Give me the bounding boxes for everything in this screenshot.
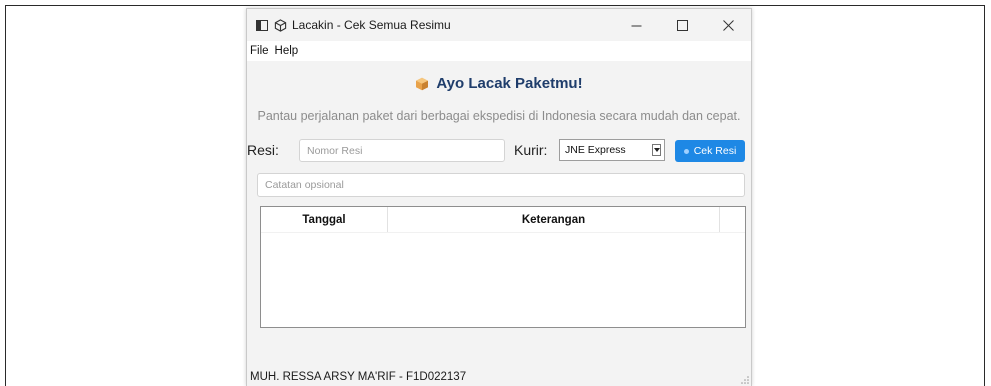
dropdown-arrow-icon (652, 144, 661, 156)
menu-help[interactable]: Help (272, 45, 302, 57)
kurir-select[interactable]: JNE Express (559, 139, 665, 161)
app-cube-icon (273, 18, 287, 32)
cek-resi-label: Cek Resi (693, 145, 737, 157)
resi-input[interactable]: Nomor Resi (299, 139, 505, 162)
package-icon (416, 77, 429, 90)
table-header: Tanggal Keterangan (261, 207, 745, 233)
minimize-button[interactable] (613, 9, 659, 41)
window-icon (256, 19, 268, 31)
status-bar: MUH. RESSA ARSY MA'RIF - F1D022137 (247, 366, 751, 386)
cek-resi-button[interactable]: Cek Resi (675, 140, 745, 162)
column-header-spacer (720, 207, 745, 232)
page-subtitle: Pantau perjalanan paket dari berbagai ek… (257, 109, 741, 123)
title-bar[interactable]: Lacakin - Cek Semua Resimu (247, 9, 751, 41)
close-icon (722, 19, 734, 31)
minimize-icon (631, 25, 641, 26)
maximize-button[interactable] (659, 9, 705, 41)
column-header-tanggal[interactable]: Tanggal (261, 207, 388, 232)
page-title: Ayo Lacak Paketmu! (436, 75, 583, 92)
app-window: Lacakin - Cek Semua Resimu File Help Ayo… (246, 8, 752, 386)
kurir-selected-value: JNE Express (565, 144, 626, 156)
close-button[interactable] (705, 9, 751, 41)
resi-label: Resi: (247, 142, 279, 158)
note-input[interactable]: Catatan opsional (257, 173, 745, 197)
status-text: MUH. RESSA ARSY MA'RIF - F1D022137 (250, 370, 467, 383)
page-heading: Ayo Lacak Paketmu! (247, 75, 751, 92)
search-dot-icon (683, 148, 689, 154)
maximize-icon (676, 19, 688, 31)
kurir-label: Kurir: (514, 142, 548, 158)
menu-file[interactable]: File (247, 45, 272, 57)
window-controls (613, 9, 751, 41)
window-title: Lacakin - Cek Semua Resimu (292, 18, 451, 32)
menu-bar: File Help (247, 41, 751, 61)
resize-grip-icon[interactable] (741, 376, 749, 384)
tracking-table: Tanggal Keterangan (260, 206, 746, 328)
column-header-keterangan[interactable]: Keterangan (388, 207, 720, 232)
